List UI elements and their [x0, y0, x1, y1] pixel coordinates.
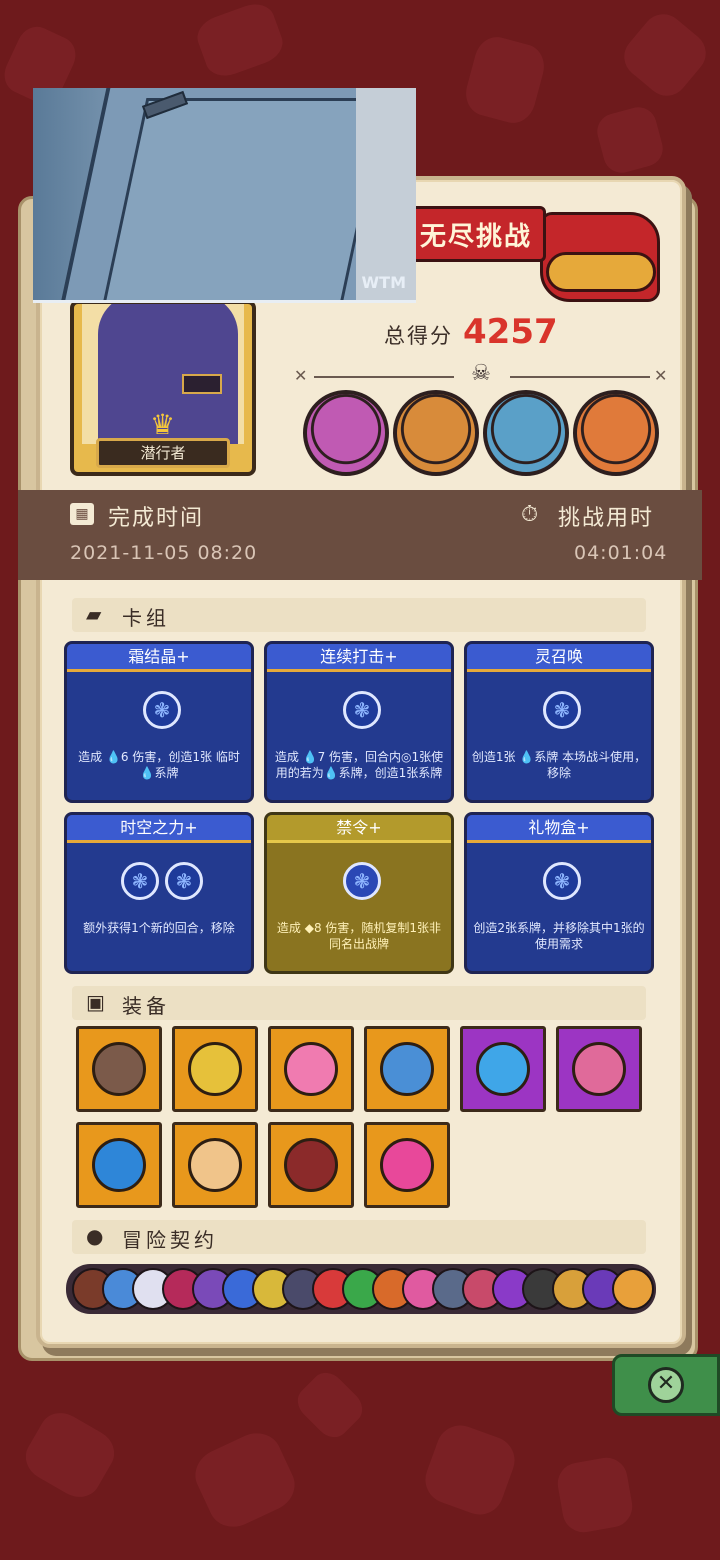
rune-icon: ❃ — [165, 862, 203, 900]
skull-icon: ☠ — [471, 361, 491, 386]
challenge-title: 无尽挑战 — [419, 221, 532, 252]
gold-coin-icon — [188, 1042, 242, 1096]
contract-title: 冒险契约 — [122, 1228, 218, 1252]
card-title: 时空之力+ — [67, 815, 251, 843]
card-body: ❃ 造成 💧6 伤害，创造1张 临时💧系牌 — [67, 675, 251, 800]
video-overlay[interactable]: WTM — [33, 88, 416, 303]
pink-shell-item[interactable] — [556, 1026, 642, 1112]
boss-warrior[interactable] — [393, 390, 479, 476]
duration-label: 挑战用时 — [558, 506, 655, 531]
card-body: ❃ 创造1张 💧系牌 本场战斗使用，移除 — [467, 675, 651, 800]
card-description: 造成 ◆8 伤害，随机复制1张非同名出战牌 — [276, 921, 442, 951]
card-title: 礼物盒+ — [467, 815, 651, 843]
boss-tribal-mask[interactable] — [573, 390, 659, 476]
ring-item[interactable] — [172, 1122, 258, 1208]
close-icon: ✕ — [648, 1367, 684, 1403]
mushroom-icon — [380, 1042, 434, 1096]
divider-right — [510, 376, 650, 378]
duration-value: 04:01:04 — [574, 542, 668, 564]
equipment-title: 装备 — [122, 994, 170, 1018]
card-title: 禁令+ — [267, 815, 451, 843]
card-title: 灵召唤 — [467, 644, 651, 672]
ribbon-tail-gold — [546, 252, 656, 292]
deck-card[interactable]: 霜结晶+ ❃ 造成 💧6 伤害，创造1张 临时💧系牌 — [64, 641, 254, 803]
deck-card[interactable]: 时空之力+ ❃ ❃ 额外获得1个新的回合，移除 — [64, 812, 254, 974]
rune-icon: ❃ — [143, 691, 181, 729]
deck-section-header: ▰ 卡组 — [72, 598, 646, 632]
deck-card[interactable]: 礼物盒+ ❃ 创造2张系牌，并移除其中1张的使用需求 — [464, 812, 654, 974]
card-description: 造成 💧6 伤害，创造1张 临时💧系牌 — [78, 750, 240, 780]
contract-section-header: ● 冒险契约 — [72, 1220, 646, 1254]
mushroom-item[interactable] — [364, 1026, 450, 1112]
blue-orb-key-icon — [92, 1138, 146, 1192]
blue-orb-key-item[interactable] — [76, 1122, 162, 1208]
character-portrait: ♛ 潜行者 — [70, 300, 256, 476]
score-label: 总得分 — [384, 324, 453, 348]
spiked-collar-item[interactable] — [268, 1122, 354, 1208]
spiked-collar-icon — [284, 1138, 338, 1192]
rune-icon: ❃ — [543, 862, 581, 900]
rune-icon: ❃ — [343, 862, 381, 900]
pink-flame-item[interactable] — [364, 1122, 450, 1208]
person-icon: ● — [86, 1224, 104, 1248]
heart-box-item[interactable] — [268, 1026, 354, 1112]
card-description: 创造1张 💧系牌 本场战斗使用，移除 — [471, 750, 647, 780]
card-title: 连续打击+ — [267, 644, 451, 672]
water-drop-icon — [476, 1042, 530, 1096]
water-drop-item[interactable] — [460, 1026, 546, 1112]
card-description: 造成 💧7 伤害，回合内◎1张使用的若为💧系牌，创造1张系牌 — [274, 750, 444, 780]
box-icon: ▣ — [86, 990, 105, 1014]
close-button[interactable]: ✕ — [612, 1354, 720, 1416]
divider-left — [314, 376, 454, 378]
card-title: 霜结晶+ — [67, 644, 251, 672]
card-description: 额外获得1个新的回合，移除 — [83, 921, 235, 935]
bronze-shield-icon — [92, 1042, 146, 1096]
stopwatch-icon: ⏱ — [521, 502, 539, 527]
ring-icon — [188, 1138, 242, 1192]
pink-shell-icon — [572, 1042, 626, 1096]
boss-pink-demon[interactable] — [303, 390, 389, 476]
complete-time-label: 完成时间 — [108, 506, 205, 531]
rune-icon: ❃ — [121, 862, 159, 900]
calendar-icon: ▦ — [70, 503, 94, 525]
sword-icon: ✕ — [294, 366, 308, 385]
deck-title: 卡组 — [122, 606, 170, 630]
character-belt — [182, 374, 222, 394]
score-row: 总得分 4257 — [384, 312, 558, 352]
heart-box-icon — [284, 1042, 338, 1096]
gold-coin-item[interactable] — [172, 1026, 258, 1112]
complete-time-value: 2021-11-05 08:20 — [70, 542, 258, 564]
card-body: ❃ 创造2张系牌，并移除其中1张的使用需求 — [467, 846, 651, 971]
equipment-section-header: ▣ 装备 — [72, 986, 646, 1020]
boss-blue-beast[interactable] — [483, 390, 569, 476]
character-name: 潜行者 — [96, 438, 230, 468]
deck-card[interactable]: 灵召唤 ❃ 创造1张 💧系牌 本场战斗使用，移除 — [464, 641, 654, 803]
deck-card[interactable]: 连续打击+ ❃ 造成 💧7 伤害，回合内◎1张使用的若为💧系牌，创造1张系牌 — [264, 641, 454, 803]
card-description: 创造2张系牌，并移除其中1张的使用需求 — [473, 921, 645, 951]
wall — [356, 88, 416, 300]
bronze-shield-item[interactable] — [76, 1026, 162, 1112]
contract-icon[interactable] — [612, 1268, 654, 1310]
card-body: ❃ 造成 ◆8 伤害，随机复制1张非同名出战牌 — [267, 846, 451, 971]
rune-icon: ❃ — [343, 691, 381, 729]
rune-icon: ❃ — [543, 691, 581, 729]
video-watermark: WTM — [361, 273, 406, 292]
crown-icon: ♛ — [150, 408, 176, 441]
door-panel — [99, 98, 387, 300]
contract-strip — [66, 1264, 656, 1314]
cards-icon: ▰ — [86, 602, 102, 626]
score-value: 4257 — [463, 312, 558, 352]
pink-flame-icon — [380, 1138, 434, 1192]
sword-icon-right: ✕ — [654, 366, 668, 385]
card-body: ❃ 造成 💧7 伤害，回合内◎1张使用的若为💧系牌，创造1张系牌 — [267, 675, 451, 800]
challenge-title-ribbon: 无尽挑战 — [406, 206, 546, 262]
deck-card[interactable]: 禁令+ ❃ 造成 ◆8 伤害，随机复制1张非同名出战牌 — [264, 812, 454, 974]
card-body: ❃ ❃ 额外获得1个新的回合，移除 — [67, 846, 251, 971]
